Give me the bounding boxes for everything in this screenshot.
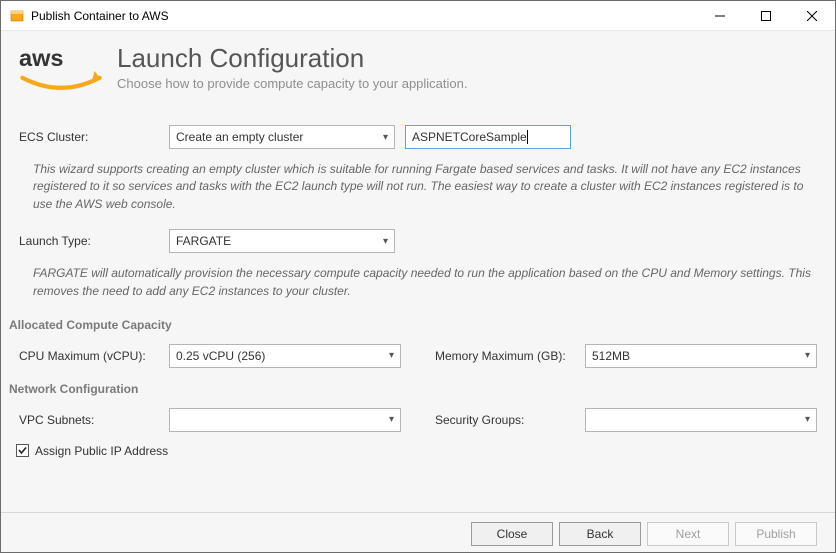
svg-text:aws: aws (19, 45, 63, 71)
launch-type-select[interactable]: FARGATE ▾ (169, 229, 395, 253)
wizard-body: aws Launch Configuration Choose how to p… (1, 31, 835, 552)
chevron-down-icon: ▾ (389, 414, 394, 425)
text-caret (527, 130, 528, 144)
network-grid: VPC Subnets: ▾ Security Groups: ▾ (19, 408, 817, 432)
footer-buttons: Close Back Next Publish (471, 522, 817, 546)
next-button: Next (647, 522, 729, 546)
maximize-button[interactable] (743, 1, 789, 31)
close-window-button[interactable] (789, 1, 835, 31)
page-header: aws Launch Configuration Choose how to p… (19, 43, 817, 101)
close-button[interactable]: Close (471, 522, 553, 546)
chevron-down-icon: ▾ (805, 414, 810, 425)
network-section-header: Network Configuration (9, 382, 817, 396)
launch-type-label: Launch Type: (19, 234, 169, 248)
maximize-icon (761, 11, 771, 21)
check-icon (17, 445, 28, 456)
cpu-max-value: 0.25 vCPU (256) (176, 349, 265, 363)
ecs-cluster-select[interactable]: Create an empty cluster ▾ (169, 125, 395, 149)
assign-public-ip-checkbox[interactable] (16, 444, 29, 457)
launch-type-description: FARGATE will automatically provision the… (33, 265, 817, 300)
assign-public-ip-row[interactable]: Assign Public IP Address (16, 444, 817, 458)
cpu-max-select[interactable]: 0.25 vCPU (256) ▾ (169, 344, 401, 368)
app-icon (9, 8, 25, 24)
chevron-down-icon: ▾ (383, 236, 388, 247)
ecs-cluster-name-input[interactable]: ASPNETCoreSample (405, 125, 571, 149)
cpu-max-label: CPU Maximum (vCPU): (19, 349, 169, 363)
launch-type-row: Launch Type: FARGATE ▾ (19, 229, 817, 253)
assign-public-ip-label: Assign Public IP Address (35, 444, 168, 458)
page-subtitle: Choose how to provide compute capacity t… (117, 76, 467, 91)
security-groups-select[interactable]: ▾ (585, 408, 817, 432)
chevron-down-icon: ▾ (389, 350, 394, 361)
vpc-subnets-select[interactable]: ▾ (169, 408, 401, 432)
vpc-subnets-label: VPC Subnets: (19, 413, 169, 427)
chevron-down-icon: ▾ (805, 350, 810, 361)
ecs-cluster-row: ECS Cluster: Create an empty cluster ▾ A… (19, 125, 817, 149)
minimize-icon (715, 11, 725, 21)
window-title: Publish Container to AWS (31, 9, 169, 23)
ecs-cluster-name-value: ASPNETCoreSample (412, 130, 527, 144)
mem-max-value: 512MB (592, 349, 630, 363)
close-icon (807, 11, 817, 21)
window-root: Publish Container to AWS aws Launch Conf… (0, 0, 836, 553)
minimize-button[interactable] (697, 1, 743, 31)
launch-type-value: FARGATE (176, 234, 231, 248)
ecs-cluster-description: This wizard supports creating an empty c… (33, 161, 817, 213)
titlebar: Publish Container to AWS (1, 1, 835, 31)
mem-max-label: Memory Maximum (GB): (435, 349, 585, 363)
back-button[interactable]: Back (559, 522, 641, 546)
publish-button: Publish (735, 522, 817, 546)
compute-section-header: Allocated Compute Capacity (9, 318, 817, 332)
security-groups-label: Security Groups: (435, 413, 585, 427)
aws-logo: aws (19, 41, 103, 101)
page-title: Launch Configuration (117, 43, 467, 74)
chevron-down-icon: ▾ (383, 132, 388, 143)
ecs-cluster-label: ECS Cluster: (19, 130, 169, 144)
ecs-cluster-select-value: Create an empty cluster (176, 130, 303, 144)
mem-max-select[interactable]: 512MB ▾ (585, 344, 817, 368)
compute-grid: CPU Maximum (vCPU): 0.25 vCPU (256) ▾ Me… (19, 344, 817, 368)
